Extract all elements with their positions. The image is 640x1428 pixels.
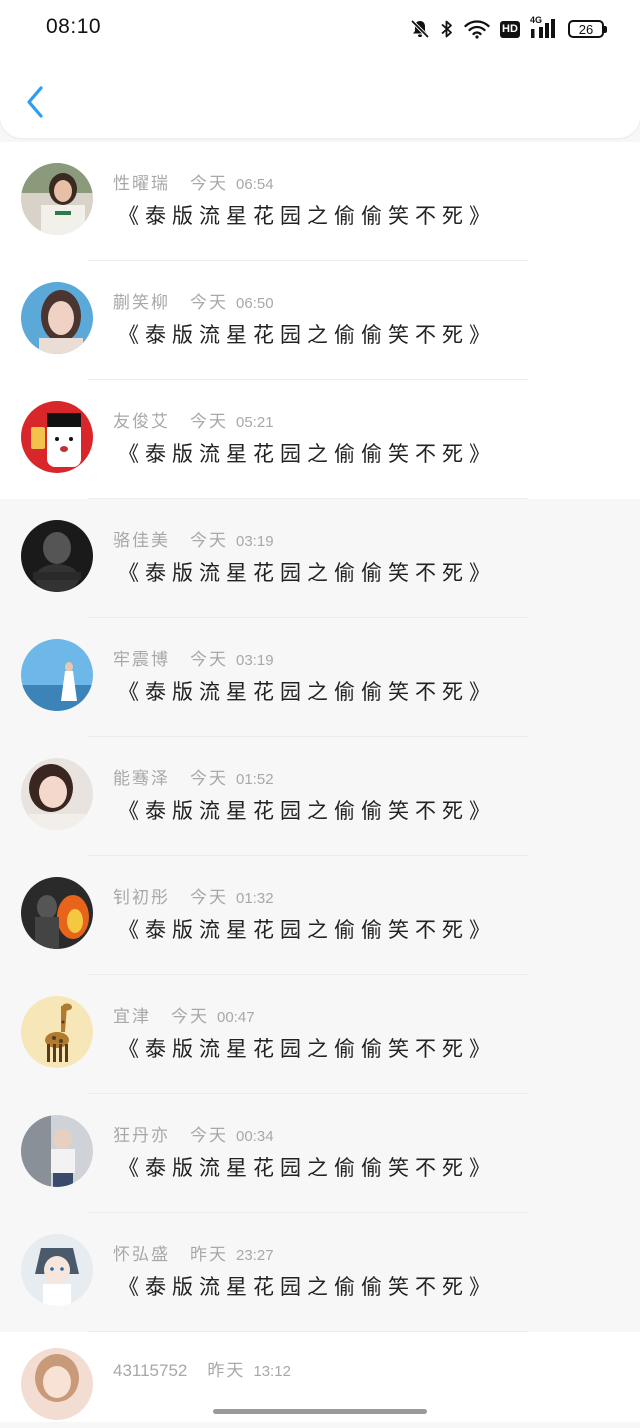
message-time: 06:54 [236,176,274,193]
message-text: 《泰版流星花园之偷偷笑不死》 [118,1156,496,1180]
sender-name: 友俊艾 [113,412,170,432]
message-text: 《泰版流星花园之偷偷笑不死》 [118,561,496,585]
message-day: 昨天 [207,1361,246,1381]
avatar[interactable] [21,401,93,473]
message-time: 03:19 [236,533,274,550]
message-time: 05:21 [236,414,274,431]
cellular-signal-icon: 4G [530,15,558,40]
message-row[interactable]: 狂丹亦 今天 00:34 《泰版流星花园之偷偷笑不死》 [0,1094,640,1213]
message-time: 13:12 [253,1363,291,1380]
message-time: 00:34 [236,1128,274,1145]
message-list: 性曜瑞 今天 06:54 《泰版流星花园之偷偷笑不死》 蒯笑柳 今天 06:50 《泰版… [0,142,640,1422]
sender-name: 宜津 [113,1007,151,1027]
sender-name: 怀弘盛 [113,1245,170,1265]
message-day: 今天 [190,531,228,551]
message-text: 《泰版流星花园之偷偷笑不死》 [118,204,496,228]
chevron-left-icon [27,86,43,118]
message-row[interactable]: 骆佳美 今天 03:19 《泰版流星花园之偷偷笑不死》 [0,499,640,618]
sender-name: 蒯笑柳 [113,293,170,313]
message-row[interactable]: 性曜瑞 今天 06:54 《泰版流星花园之偷偷笑不死》 [0,142,640,261]
avatar[interactable] [21,1115,93,1187]
message-day: 今天 [190,650,228,670]
message-text: 《泰版流星花园之偷偷笑不死》 [118,1037,496,1061]
message-meta: 狂丹亦 今天 00:34 [113,1121,274,1146]
hd-badge: HD [500,20,520,38]
sender-name: 能骞泽 [113,769,170,789]
avatar[interactable] [21,163,93,235]
message-time: 23:27 [236,1247,274,1264]
message-time: 01:52 [236,771,274,788]
mute-bell-icon [410,19,430,39]
avatar[interactable] [21,758,93,830]
message-meta: 怀弘盛 昨天 23:27 [113,1240,274,1265]
back-button[interactable] [18,82,52,122]
message-text: 《泰版流星花园之偷偷笑不死》 [118,442,496,466]
message-meta: 蒯笑柳 今天 06:50 [113,288,274,313]
avatar[interactable] [21,877,93,949]
home-indicator[interactable] [213,1409,427,1414]
message-time: 00:47 [217,1009,255,1026]
sender-name: 狂丹亦 [113,1126,170,1146]
sender-name: 性曜瑞 [113,174,170,194]
message-row[interactable]: 能骞泽 今天 01:52 《泰版流星花园之偷偷笑不死》 [0,737,640,856]
status-bar: 08:10 HD 4G 26 [0,0,640,56]
message-meta: 性曜瑞 今天 06:54 [113,169,274,194]
message-day: 今天 [190,1126,228,1146]
avatar[interactable] [21,639,93,711]
status-icons: HD 4G 26 [410,15,607,42]
message-time: 01:32 [236,890,274,907]
message-text: 《泰版流星花园之偷偷笑不死》 [118,918,496,942]
message-time: 03:19 [236,652,274,669]
sender-name: 骆佳美 [113,531,170,551]
avatar[interactable] [21,520,93,592]
avatar[interactable] [21,996,93,1068]
sender-name: 钊初彤 [113,888,170,908]
sender-name: 牢震博 [113,650,170,670]
header-bar [0,56,640,138]
message-meta: 牢震博 今天 03:19 [113,645,274,670]
message-day: 昨天 [190,1245,228,1265]
message-day: 今天 [190,888,228,908]
message-meta: 能骞泽 今天 01:52 [113,764,274,789]
message-time: 06:50 [236,295,274,312]
message-day: 今天 [190,769,228,789]
message-meta: 骆佳美 今天 03:19 [113,526,274,551]
message-text: 《泰版流星花园之偷偷笑不死》 [118,799,496,823]
message-text: 《泰版流星花园之偷偷笑不死》 [118,680,496,704]
message-text: 《泰版流星花园之偷偷笑不死》 [118,1275,496,1299]
battery-indicator: 26 [568,20,607,38]
sender-name: 43115752 [113,1361,188,1380]
message-day: 今天 [190,293,228,313]
message-day: 今天 [190,174,228,194]
message-meta: 钊初彤 今天 01:32 [113,883,274,908]
message-text: 《泰版流星花园之偷偷笑不死》 [118,323,496,347]
bluetooth-icon [441,20,452,38]
message-day: 今天 [171,1007,209,1027]
message-meta: 友俊艾 今天 05:21 [113,407,274,432]
avatar[interactable] [21,1348,93,1420]
message-row[interactable]: 宜津 今天 00:47 《泰版流星花园之偷偷笑不死》 [0,975,640,1094]
message-row[interactable]: 牢震博 今天 03:19 《泰版流星花园之偷偷笑不死》 [0,618,640,737]
avatar[interactable] [21,1234,93,1306]
status-time: 08:10 [46,15,102,38]
message-meta: 宜津 今天 00:47 [113,1002,255,1027]
message-meta: 43115752 昨天 13:12 [113,1356,291,1381]
battery-level: 26 [578,21,594,37]
wifi-icon [464,20,490,39]
message-row[interactable]: 钊初彤 今天 01:32 《泰版流星花园之偷偷笑不死》 [0,856,640,975]
message-row[interactable]: 友俊艾 今天 05:21 《泰版流星花园之偷偷笑不死》 [0,380,640,499]
message-day: 今天 [190,412,228,432]
message-row[interactable]: 怀弘盛 昨天 23:27 《泰版流星花园之偷偷笑不死》 [0,1213,640,1332]
message-row[interactable]: 蒯笑柳 今天 06:50 《泰版流星花园之偷偷笑不死》 [0,261,640,380]
avatar[interactable] [21,282,93,354]
